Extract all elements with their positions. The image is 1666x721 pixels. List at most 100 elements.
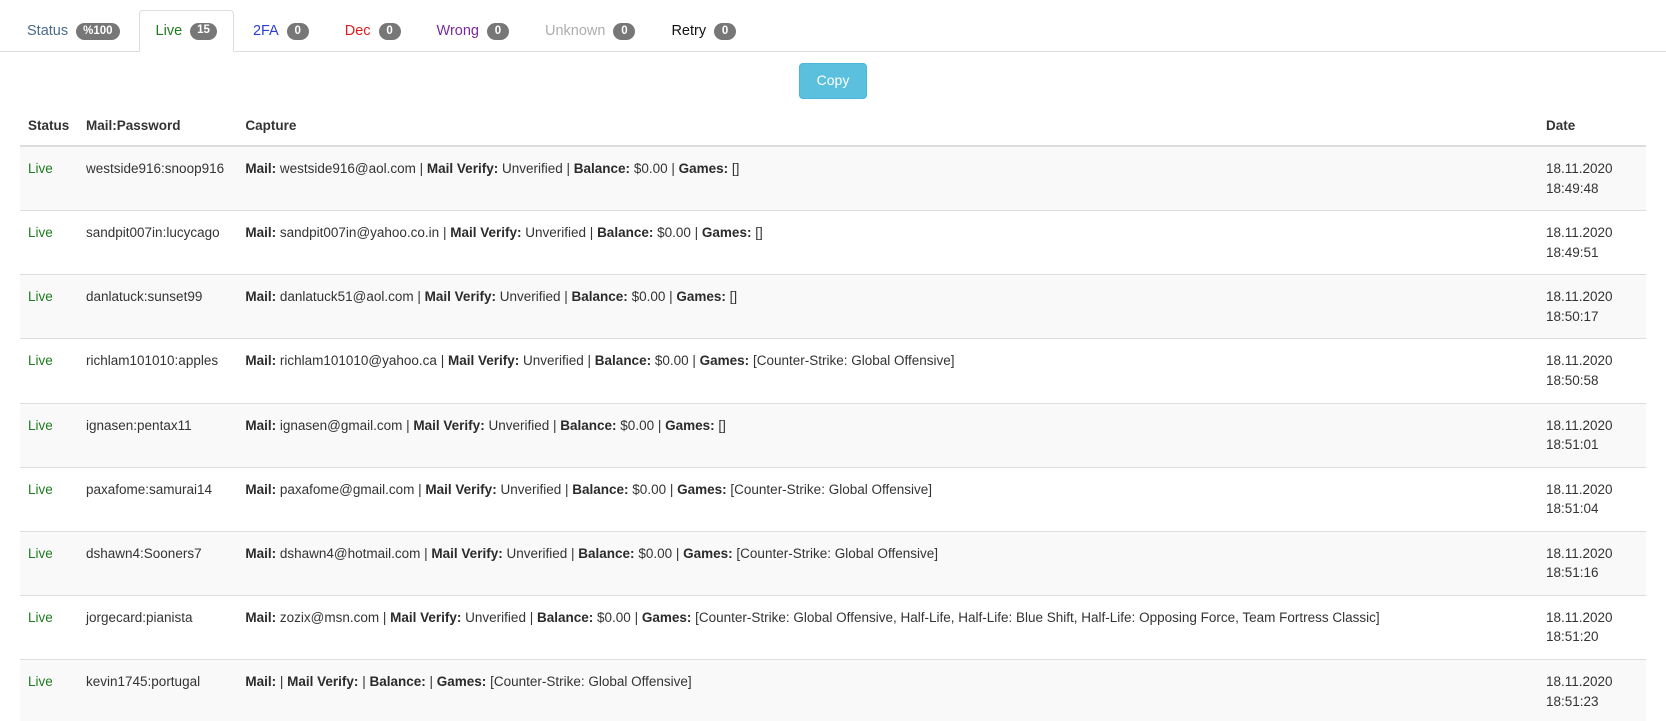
mail-verify-value: Unverified — [500, 481, 562, 497]
tab-retry-label: Retry — [671, 23, 707, 40]
mail-value: danlatuck51@aol.com — [279, 289, 414, 305]
cell-credentials: ignasen:pentax11 — [78, 402, 238, 468]
status-badge: Live — [28, 545, 53, 561]
table-body: Live westside916:snoop916 Mail: westside91… — [20, 145, 1646, 721]
time-text: 18:51:23 — [1546, 693, 1599, 709]
time-text: 18:51:20 — [1546, 629, 1599, 645]
balance-label: Balance: — [578, 545, 635, 561]
table-row[interactable]: Live kevin1745:portugal Mail: | Mail Verif… — [20, 658, 1646, 721]
games-value: [Counter-Strike: Global Offensive] — [736, 545, 939, 561]
balance-value: $0.00 — [654, 353, 689, 369]
cell-credentials: jorgecard:pianista — [78, 594, 238, 660]
mail-label: Mail: — [245, 417, 277, 433]
games-value: [Counter-Strike: Global Offensive] — [752, 353, 955, 369]
tab-wrong[interactable]: Wrong 0 — [420, 10, 526, 52]
table-row[interactable]: Live ignasen:pentax11 Mail: ignasen@gmail.… — [20, 402, 1646, 468]
cell-date: 18.11.2020 18:51:01 — [1538, 402, 1646, 468]
cell-capture: Mail: westside916@aol.com | Mail Verify:… — [237, 145, 1538, 211]
status-badge: Live — [28, 417, 53, 433]
table-head: Status Mail:Password Capture Date — [20, 110, 1646, 147]
cell-credentials: kevin1745:portugal — [78, 658, 238, 721]
credentials-text: richlam101010:apples — [86, 353, 219, 369]
balance-value: $0.00 — [633, 161, 668, 176]
credentials-text: kevin1745:portugal — [86, 674, 201, 689]
balance-label: Balance: — [369, 674, 426, 689]
table-row[interactable]: Live westside916:snoop916 Mail: westside91… — [20, 145, 1646, 211]
mail-label: Mail: — [245, 674, 277, 689]
column-header-capture[interactable]: Capture — [237, 110, 1538, 147]
copy-button[interactable]: Copy — [798, 63, 868, 99]
mail-verify-label: Mail Verify: — [287, 674, 359, 689]
date-text: 18.11.2020 — [1546, 161, 1613, 176]
mail-verify-value: Unverified — [488, 417, 550, 433]
cell-credentials: richlam101010:apples — [78, 338, 238, 403]
games-label: Games: — [701, 225, 752, 241]
table-row[interactable]: Live richlam101010:apples Mail: richlam101… — [20, 338, 1646, 403]
mail-value: westside916@aol.com — [279, 161, 416, 176]
table-row[interactable]: Live danlatuck:sunset99 Mail: danlatuck51@… — [20, 274, 1646, 339]
tab-2fa[interactable]: 2FA 0 — [236, 10, 326, 52]
cell-date: 18.11.2020 18:51:20 — [1538, 594, 1646, 660]
balance-label: Balance: — [536, 609, 594, 625]
balance-value: $0.00 — [631, 289, 666, 305]
time-text: 18:51:01 — [1546, 437, 1599, 453]
mail-verify-value: Unverified — [465, 609, 526, 625]
games-label: Games: — [678, 161, 729, 176]
time-text: 18:51:16 — [1546, 565, 1599, 581]
credentials-text: danlatuck:sunset99 — [86, 289, 203, 305]
status-badge: Live — [28, 481, 53, 497]
table-row[interactable]: Live sandpit007in:lucycago Mail: sandpit00… — [20, 210, 1646, 275]
games-value: [Counter-Strike: Global Offensive, Half-… — [695, 609, 1380, 625]
mail-value: richlam101010@yahoo.ca — [279, 353, 437, 369]
time-text: 18:49:48 — [1546, 180, 1599, 196]
cell-status: Live — [20, 145, 78, 211]
balance-label: Balance: — [571, 289, 628, 305]
balance-value: $0.00 — [638, 545, 673, 561]
balance-value: $0.00 — [657, 225, 691, 241]
games-value: [Counter-Strike: Global Offensive] — [730, 481, 932, 497]
date-text: 18.11.2020 — [1546, 289, 1613, 305]
credentials-text: sandpit007in:lucycago — [86, 225, 220, 241]
tab-unknown-badge: 0 — [613, 23, 636, 40]
cell-capture: Mail: paxafome@gmail.com | Mail Verify: … — [237, 466, 1538, 532]
table-row[interactable]: Live paxafome:samurai14 Mail: paxafome@gma… — [20, 466, 1646, 532]
cell-status: Live — [20, 402, 78, 468]
cell-capture: Mail: richlam101010@yahoo.ca | Mail Veri… — [237, 338, 1538, 403]
column-header-date[interactable]: Date — [1538, 110, 1646, 147]
time-text: 18:51:04 — [1546, 501, 1599, 517]
mail-verify-label: Mail Verify: — [425, 481, 497, 497]
tab-unknown[interactable]: Unknown 0 — [528, 10, 652, 52]
cell-credentials: westside916:snoop916 — [78, 145, 238, 211]
tab-retry[interactable]: Retry 0 — [654, 10, 753, 52]
table-row[interactable]: Live dshawn4:Sooners7 Mail: dshawn4@hotmai… — [20, 530, 1646, 596]
table-header-row: Status Mail:Password Capture Date — [20, 110, 1646, 147]
status-badge: Live — [28, 609, 53, 625]
date-text: 18.11.2020 — [1546, 674, 1613, 689]
games-value: [] — [731, 161, 740, 176]
mail-verify-label: Mail Verify: — [390, 609, 462, 625]
mail-verify-label: Mail Verify: — [426, 161, 499, 176]
tab-dec-badge: 0 — [378, 23, 401, 40]
tab-dec[interactable]: Dec 0 — [328, 10, 418, 52]
table-row[interactable]: Live jorgecard:pianista Mail: zozix@msn.co… — [20, 594, 1646, 660]
tab-live[interactable]: Live 15 — [138, 10, 234, 52]
tab-retry-badge: 0 — [714, 23, 737, 40]
status-badge: Live — [28, 161, 53, 176]
mail-verify-value: Unverified — [499, 289, 561, 305]
mail-value: sandpit007in@yahoo.co.in — [279, 225, 440, 241]
mail-value: ignasen@gmail.com — [279, 417, 403, 433]
mail-value: zozix@msn.com — [279, 609, 380, 625]
column-header-status[interactable]: Status — [20, 110, 78, 147]
mail-verify-label: Mail Verify: — [431, 545, 503, 561]
tab-status[interactable]: Status %100 — [10, 10, 137, 52]
date-text: 18.11.2020 — [1546, 609, 1613, 625]
credentials-text: westside916:snoop916 — [86, 161, 225, 176]
app-root: Status %100 Live 15 2FA 0 Dec 0 Wrong 0 Unknown 0 Re… — [0, 0, 1666, 721]
balance-label: Balance: — [594, 353, 652, 369]
mail-verify-label: Mail Verify: — [424, 289, 496, 305]
tab-unknown-label: Unknown — [544, 23, 606, 40]
column-header-credentials[interactable]: Mail:Password — [78, 110, 238, 147]
mail-value: paxafome@gmail.com — [279, 481, 415, 497]
cell-credentials: paxafome:samurai14 — [78, 466, 238, 532]
cell-status: Live — [20, 338, 78, 403]
